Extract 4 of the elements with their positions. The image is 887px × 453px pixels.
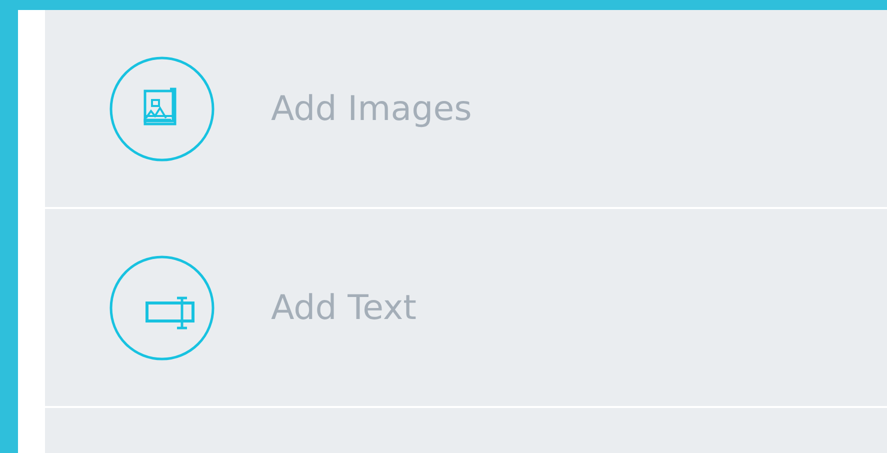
image-icon[interactable] — [109, 56, 215, 162]
menu-item-label[interactable]: Add Text — [271, 288, 416, 328]
menu-item-label[interactable]: Add Images — [271, 88, 472, 128]
text-field-icon[interactable] — [109, 254, 215, 360]
